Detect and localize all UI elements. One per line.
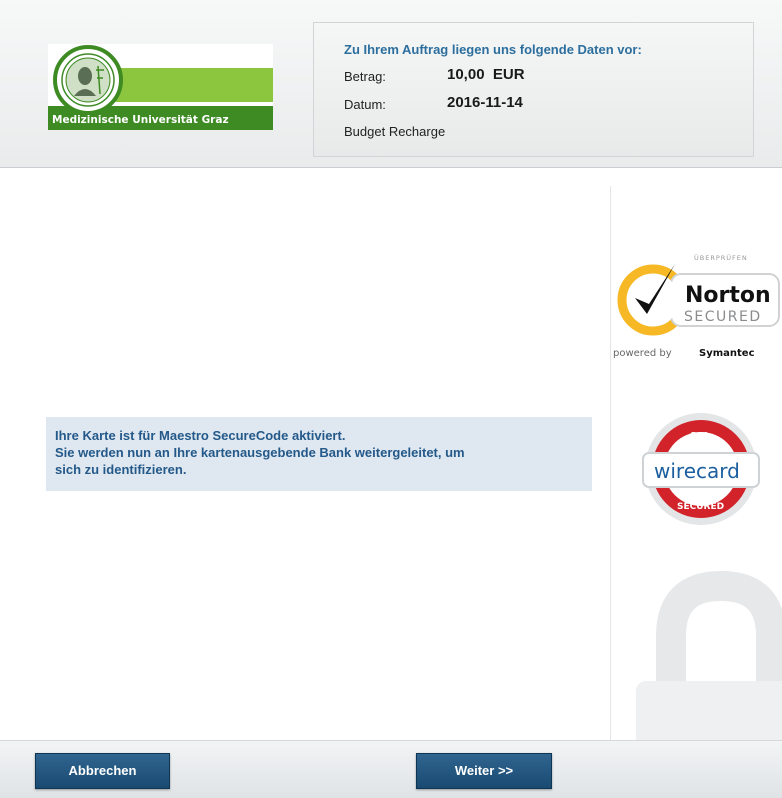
amount-value: 10,00 EUR (447, 66, 525, 83)
wirecard-ssl-badge: SSL wirecard SECURED (642, 413, 760, 525)
message-line-3: sich zu identifizieren. (55, 462, 187, 477)
date-label: Datum: (344, 97, 386, 112)
norton-secured-badge: ÜBERPRÜFEN Norton SECURED powered by Sym… (613, 253, 780, 359)
message-line-2: Sie werden nun an Ihre kartenausgebende … (55, 445, 465, 460)
svg-text:wirecard: wirecard (654, 459, 740, 483)
svg-text:ÜBERPRÜFEN: ÜBERPRÜFEN (694, 253, 748, 262)
order-info-box: Zu Ihrem Auftrag liegen uns folgende Dat… (313, 22, 754, 157)
amount-label: Betrag: (344, 69, 386, 84)
university-logo: Medizinische Universität Graz (48, 44, 273, 130)
cancel-button[interactable]: Abbrechen (35, 753, 170, 789)
svg-text:Norton: Norton (685, 283, 771, 308)
order-info-title: Zu Ihrem Auftrag liegen uns folgende Dat… (344, 42, 642, 57)
svg-text:powered by: powered by (613, 348, 672, 359)
securecode-message: Ihre Karte ist für Maestro SecureCode ak… (46, 417, 592, 491)
svg-text:Medizinische Universität Graz: Medizinische Universität Graz (52, 114, 229, 126)
security-badges-panel: ÜBERPRÜFEN Norton SECURED powered by Sym… (610, 186, 782, 746)
svg-text:SSL: SSL (690, 431, 711, 442)
order-description: Budget Recharge (344, 124, 446, 139)
date-value: 2016-11-14 (447, 94, 523, 111)
svg-text:SECURED: SECURED (677, 502, 724, 512)
padlock-icon (636, 570, 782, 746)
page-header: Medizinische Universität Graz Zu Ihrem A… (0, 0, 782, 168)
svg-text:SECURED: SECURED (684, 309, 762, 325)
message-line-1: Ihre Karte ist für Maestro SecureCode ak… (55, 428, 346, 443)
page-footer: Abbrechen Weiter >> (0, 740, 782, 798)
svg-text:Symantec: Symantec (699, 348, 755, 359)
next-button[interactable]: Weiter >> (416, 753, 552, 789)
